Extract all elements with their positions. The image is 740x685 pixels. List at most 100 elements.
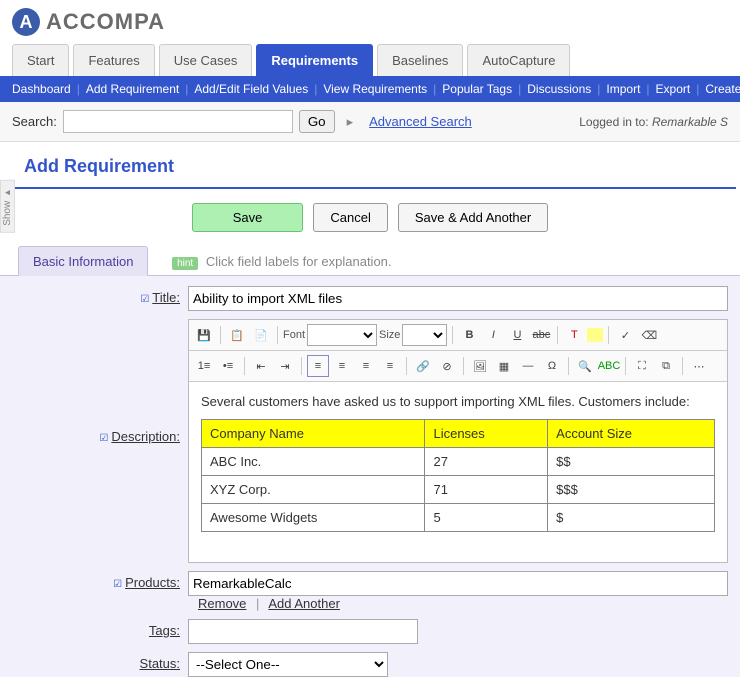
table-row: ABC Inc.27$$ bbox=[202, 448, 715, 476]
table-cell: XYZ Corp. bbox=[202, 476, 425, 504]
main-tab-features[interactable]: Features bbox=[73, 44, 154, 76]
align-justify-icon[interactable]: ≡ bbox=[379, 355, 401, 377]
search-go-button[interactable]: Go bbox=[299, 110, 335, 133]
eraser-icon[interactable]: ⌫ bbox=[638, 324, 660, 346]
font-select[interactable] bbox=[307, 324, 377, 346]
size-select[interactable] bbox=[402, 324, 447, 346]
symbol-icon[interactable]: Ω bbox=[541, 355, 563, 377]
main-tab-start[interactable]: Start bbox=[12, 44, 69, 76]
editor-content[interactable]: Several customers have asked us to suppo… bbox=[189, 382, 727, 562]
main-tab-requirements[interactable]: Requirements bbox=[256, 44, 373, 76]
hint-row: hint Click field labels for explanation. bbox=[172, 254, 391, 269]
align-center-icon[interactable]: ≡ bbox=[331, 355, 353, 377]
subnav-create-docum[interactable]: Create Docum bbox=[705, 82, 740, 96]
hint-badge: hint bbox=[172, 257, 198, 270]
table-cell: 5 bbox=[425, 504, 548, 532]
ul-icon[interactable]: •≡ bbox=[217, 355, 239, 377]
main-tab-autocapture[interactable]: AutoCapture bbox=[467, 44, 570, 76]
subnav-export[interactable]: Export bbox=[656, 82, 691, 96]
required-icon: ☑ bbox=[113, 579, 122, 590]
page-title: Add Requirement bbox=[12, 142, 736, 189]
required-icon: ☑ bbox=[99, 433, 108, 444]
main-tabs: StartFeaturesUse CasesRequirementsBaseli… bbox=[0, 44, 740, 76]
logo-icon: A bbox=[12, 8, 40, 36]
subnav-popular-tags[interactable]: Popular Tags bbox=[442, 82, 512, 96]
search-label: Search: bbox=[12, 114, 57, 129]
align-left-icon[interactable]: ≡ bbox=[307, 355, 329, 377]
subnav-add-requirement[interactable]: Add Requirement bbox=[86, 82, 179, 96]
outdent-icon[interactable]: ⇤ bbox=[250, 355, 272, 377]
logo-bar: A ACCOMPA bbox=[0, 0, 740, 44]
clear-format-icon[interactable]: ✓ bbox=[614, 324, 636, 346]
subnav-add-edit-field-values[interactable]: Add/Edit Field Values bbox=[194, 82, 308, 96]
table-cell: 71 bbox=[425, 476, 548, 504]
main-tab-use-cases[interactable]: Use Cases bbox=[159, 44, 253, 76]
status-select[interactable]: --Select One-- bbox=[188, 652, 388, 677]
table-cell: Awesome Widgets bbox=[202, 504, 425, 532]
underline-icon[interactable]: U bbox=[506, 324, 528, 346]
action-row: Save Cancel Save & Add Another bbox=[0, 189, 740, 246]
table-cell: $$ bbox=[548, 448, 715, 476]
table-header: Licenses bbox=[425, 420, 548, 448]
products-label[interactable]: ☑Products: bbox=[18, 571, 188, 590]
more-icon[interactable]: ⋯ bbox=[688, 355, 710, 377]
editor-toolbar-1: 💾 📋 📄 Font Size B I U abc T bbox=[189, 320, 727, 351]
subnav-dashboard[interactable]: Dashboard bbox=[12, 82, 71, 96]
title-input[interactable] bbox=[188, 286, 728, 311]
form-area: ☑Title: ☑Description: 💾 📋 📄 Font Size B bbox=[0, 275, 740, 677]
advanced-search-link[interactable]: Advanced Search bbox=[369, 114, 472, 129]
tags-input[interactable] bbox=[188, 619, 418, 644]
table-cell: ABC Inc. bbox=[202, 448, 425, 476]
hint-text: Click field labels for explanation. bbox=[206, 254, 392, 269]
align-right-icon[interactable]: ≡ bbox=[355, 355, 377, 377]
subnav-import[interactable]: Import bbox=[606, 82, 640, 96]
section-tab-basic-info[interactable]: Basic Information bbox=[18, 246, 148, 276]
table-icon[interactable]: ▦ bbox=[493, 355, 515, 377]
products-add-link[interactable]: Add Another bbox=[268, 596, 340, 611]
save-add-another-button[interactable]: Save & Add Another bbox=[398, 203, 548, 232]
paste-icon[interactable]: 📋 bbox=[226, 324, 248, 346]
logo-text: ACCOMPA bbox=[46, 9, 165, 35]
description-intro: Several customers have asked us to suppo… bbox=[201, 394, 715, 409]
image-icon[interactable]: 🖼 bbox=[469, 355, 491, 377]
cancel-button[interactable]: Cancel bbox=[313, 203, 387, 232]
bg-color-icon[interactable] bbox=[587, 328, 603, 342]
products-remove-link[interactable]: Remove bbox=[198, 596, 246, 611]
table-cell: 27 bbox=[425, 448, 548, 476]
main-tab-baselines[interactable]: Baselines bbox=[377, 44, 463, 76]
products-input[interactable] bbox=[188, 571, 728, 596]
customers-table: Company NameLicensesAccount Size ABC Inc… bbox=[201, 419, 715, 532]
tags-label[interactable]: Tags: bbox=[18, 619, 188, 638]
editor-toolbar-2: 1≡ •≡ ⇤ ⇥ ≡ ≡ ≡ ≡ 🔗 ⊘ 🖼 ▦ — bbox=[189, 351, 727, 382]
find-icon[interactable]: 🔍 bbox=[574, 355, 596, 377]
strike-icon[interactable]: abc bbox=[530, 324, 552, 346]
indent-icon[interactable]: ⇥ bbox=[274, 355, 296, 377]
link-icon[interactable]: 🔗 bbox=[412, 355, 434, 377]
text-color-icon[interactable]: T bbox=[563, 324, 585, 346]
description-label[interactable]: ☑Description: bbox=[18, 319, 188, 444]
font-label: Font bbox=[283, 329, 305, 341]
title-label[interactable]: ☑Title: bbox=[18, 286, 188, 305]
logged-in-text: Logged in to: Remarkable S bbox=[579, 115, 728, 129]
spellcheck-icon[interactable]: ABC bbox=[598, 355, 620, 377]
status-label[interactable]: Status: bbox=[18, 652, 188, 671]
italic-icon[interactable]: I bbox=[482, 324, 504, 346]
bold-icon[interactable]: B bbox=[458, 324, 480, 346]
search-bar: Search: Go ▸ Advanced Search Logged in t… bbox=[0, 102, 740, 142]
table-cell: $$$ bbox=[548, 476, 715, 504]
subnav-discussions[interactable]: Discussions bbox=[527, 82, 591, 96]
subnav-view-requirements[interactable]: View Requirements bbox=[323, 82, 427, 96]
save-button[interactable]: Save bbox=[192, 203, 304, 232]
sub-nav: Dashboard|Add Requirement|Add/Edit Field… bbox=[0, 76, 740, 102]
search-input[interactable] bbox=[63, 110, 293, 133]
save-icon[interactable]: 💾 bbox=[193, 324, 215, 346]
unlink-icon[interactable]: ⊘ bbox=[436, 355, 458, 377]
maximize-icon[interactable]: ⛶ bbox=[631, 355, 653, 377]
show-toggle[interactable]: Show ▸ bbox=[0, 180, 15, 233]
hr-icon[interactable]: — bbox=[517, 355, 539, 377]
ol-icon[interactable]: 1≡ bbox=[193, 355, 215, 377]
paste-word-icon[interactable]: 📄 bbox=[250, 324, 272, 346]
table-row: Awesome Widgets5$ bbox=[202, 504, 715, 532]
source-icon[interactable]: ⧉ bbox=[655, 355, 677, 377]
required-icon: ☑ bbox=[140, 294, 149, 305]
